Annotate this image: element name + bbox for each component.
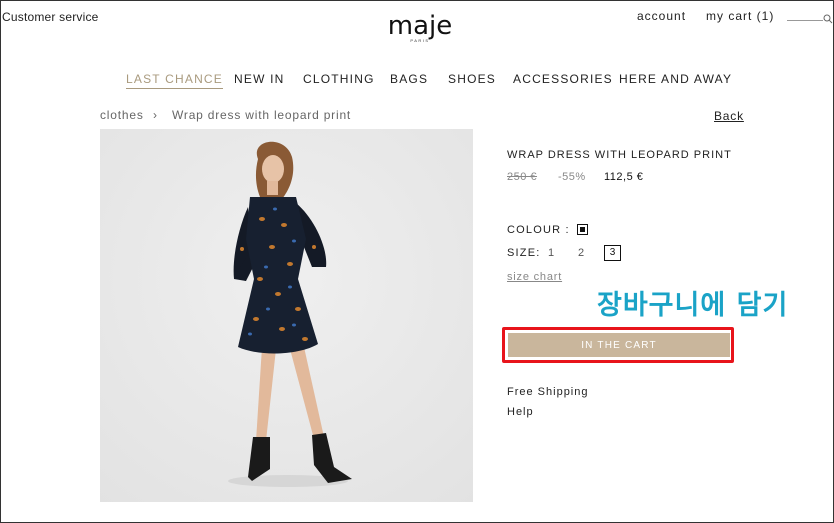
search-field[interactable] xyxy=(787,11,833,24)
account-link[interactable]: account xyxy=(637,9,686,23)
customer-service-link[interactable]: Customer service xyxy=(2,10,99,24)
size-option-3-selected[interactable]: 3 xyxy=(604,245,621,261)
logo-wordmark: maje xyxy=(387,11,453,41)
back-link[interactable]: Back xyxy=(714,109,744,123)
nav-shoes[interactable]: SHOES xyxy=(448,72,496,86)
brand-logo[interactable]: maje PARIS xyxy=(380,12,460,43)
product-title: WRAP DRESS WITH LEOPARD PRINT xyxy=(507,149,732,161)
nav-new-in[interactable]: NEW IN xyxy=(234,72,285,86)
annotation-text: 장바구니에 담기 xyxy=(597,290,789,321)
nav-here-and-away[interactable]: HERE AND AWAY xyxy=(619,72,732,86)
model-illustration xyxy=(100,129,473,502)
size-option-1[interactable]: 1 xyxy=(548,247,554,259)
free-shipping-link[interactable]: Free Shipping xyxy=(507,386,589,398)
breadcrumb-separator: › xyxy=(153,108,158,122)
size-option-2[interactable]: 2 xyxy=(578,247,584,259)
nav-accessories[interactable]: ACCESSORIES xyxy=(513,72,613,86)
product-image[interactable] xyxy=(100,129,473,502)
search-underline xyxy=(787,20,823,21)
original-price: 250 € xyxy=(507,171,538,183)
size-label: SIZE: xyxy=(507,247,541,259)
help-link[interactable]: Help xyxy=(507,406,534,418)
discount-badge: -55% xyxy=(558,171,586,183)
breadcrumb-current: Wrap dress with leopard print xyxy=(172,108,352,122)
add-to-cart-button[interactable]: IN THE CART xyxy=(508,333,730,357)
colour-swatch-icon[interactable] xyxy=(577,224,588,235)
search-icon[interactable] xyxy=(823,11,833,24)
nav-clothing[interactable]: CLOTHING xyxy=(303,72,375,86)
swatch-fill xyxy=(580,227,585,232)
main-nav: LAST CHANCE NEW IN CLOTHING BAGS SHOES A… xyxy=(0,72,834,89)
breadcrumb-clothes[interactable]: clothes xyxy=(100,108,144,122)
nav-bags[interactable]: BAGS xyxy=(390,72,428,86)
size-chart-link[interactable]: size chart xyxy=(507,271,562,283)
colour-label: COLOUR : xyxy=(507,224,570,236)
sale-price: 112,5 € xyxy=(604,171,644,183)
my-cart-link[interactable]: my cart (1) xyxy=(706,9,774,23)
nav-last-chance[interactable]: LAST CHANCE xyxy=(126,72,224,89)
